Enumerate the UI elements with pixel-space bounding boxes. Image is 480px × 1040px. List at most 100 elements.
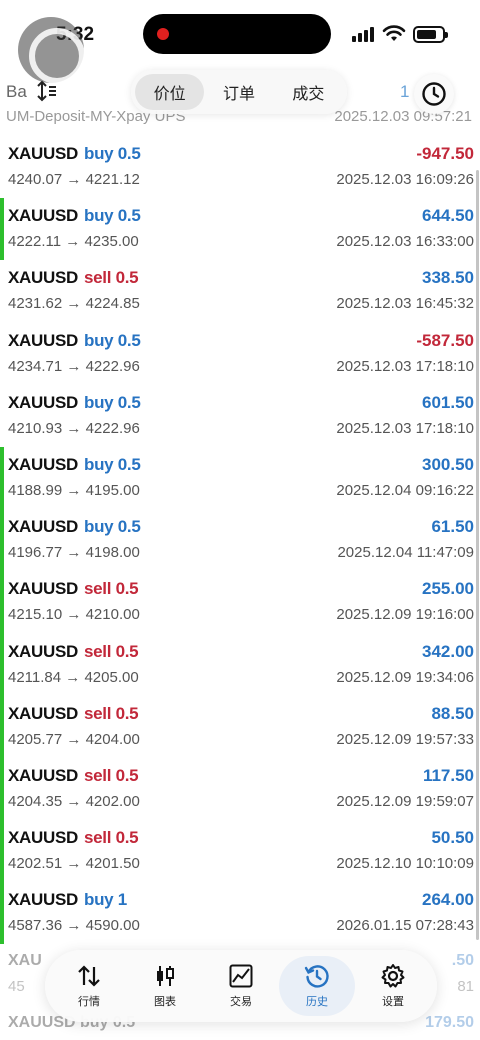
trade-row[interactable]: XAUUSD buy 0.5 644.50 4222.11 → 4235.00 2025…: [0, 198, 480, 261]
trade-time: 2025.12.09 19:57:33: [336, 730, 474, 748]
history-period-button[interactable]: [414, 74, 454, 114]
trade-row[interactable]: XAUUSD sell 0.5 117.50 4204.35 → 4202.00 202…: [0, 757, 480, 821]
position-indicator: [0, 633, 4, 696]
trade-volume: 0.5: [115, 828, 139, 848]
assistive-touch-button[interactable]: [18, 17, 85, 84]
trade-time: 2025.12.10 10:10:09: [336, 855, 474, 873]
tabbar-settings[interactable]: 设置: [355, 956, 431, 1016]
trade-side: buy: [84, 206, 114, 226]
trade-profit: 117.50: [422, 765, 474, 785]
history-screen: 5:32 Ba 价位 订单 成交 1: [0, 0, 480, 1040]
position-indicator: [0, 446, 4, 510]
ghost-profit: 179.50: [425, 1014, 474, 1031]
trade-prices: 4215.10 → 4210.00: [8, 606, 140, 623]
trade-row[interactable]: XAUUSD sell 0.5 88.50 4205.77 → 4204.00 2025…: [0, 695, 480, 758]
tab-label: 交易: [230, 995, 252, 1008]
open-price: 4222.11: [8, 233, 62, 251]
trade-symbol: XAUUSD: [8, 330, 78, 350]
ghost-time: 81: [457, 978, 474, 995]
trade-volume: 0.5: [117, 206, 141, 226]
tabbar-quotes[interactable]: 行情: [51, 956, 127, 1016]
open-price: 4204.35: [8, 792, 63, 810]
tab-deals[interactable]: 成交: [274, 74, 343, 110]
trade-row[interactable]: XAUUSD buy 0.5 601.50 4210.93 → 4222.96 2025…: [0, 385, 480, 447]
arrow-icon: →: [66, 544, 82, 562]
trade-side: buy: [84, 890, 114, 910]
trade-row[interactable]: XAUUSD buy 0.5 -587.50 4234.71 → 4222.96 202…: [0, 323, 480, 385]
trade-title: XAUUSD buy 0.5: [8, 393, 141, 413]
trade-symbol: XAUUSD: [8, 765, 78, 785]
trade-row[interactable]: XAUUSD sell 0.5 342.00 4211.84 → 4205.00 202…: [0, 633, 480, 696]
arrow-icon: →: [66, 295, 82, 313]
scroll-indicator[interactable]: [476, 170, 479, 940]
trade-volume: 0.5: [117, 454, 141, 474]
trade-prices: 4202.51 → 4201.50: [8, 855, 140, 872]
trade-prices: 4211.84 → 4205.00: [8, 669, 139, 686]
trade-row[interactable]: XAUUSD buy 0.5 300.50 4188.99 → 4195.00 2025…: [0, 446, 480, 510]
close-price: 4205.00: [84, 668, 139, 686]
trade-row[interactable]: XAUUSD buy 0.5 -947.50 4240.07 → 4221.12 202…: [0, 136, 480, 198]
trade-side: sell: [84, 579, 112, 599]
close-price: 4590.00: [85, 917, 140, 935]
tabbar-history[interactable]: 历史: [279, 956, 355, 1016]
trade-side: sell: [84, 641, 112, 661]
trade-time: 2025.12.04 11:47:09: [337, 544, 474, 562]
open-price: 4211.84: [8, 668, 62, 686]
trade-profit: 342.00: [422, 641, 474, 661]
trade-row[interactable]: XAUUSD sell 0.5 255.00 4215.10 → 4210.00 202…: [0, 571, 480, 634]
arrow-icon: →: [66, 171, 82, 188]
trade-prices: 4204.35 → 4202.00: [8, 793, 140, 810]
trade-symbol: XAUUSD: [8, 579, 78, 599]
open-price: 4215.10: [8, 606, 63, 624]
trade-volume: 0.5: [115, 703, 139, 723]
position-indicator: [0, 820, 4, 883]
trade-profit: 338.50: [422, 268, 474, 288]
trade-row[interactable]: XAUUSD sell 0.5 338.50 4231.62 → 4224.85 202…: [0, 260, 480, 322]
trade-symbol: XAUUSD: [8, 641, 78, 661]
trade-prices: 4196.77 → 4198.00: [8, 544, 140, 561]
close-price: 4198.00: [85, 544, 140, 562]
trade-volume: 0.5: [117, 392, 141, 412]
tab-price[interactable]: 价位: [135, 74, 205, 110]
bottom-tab-bar: 行情 图表 交易 历史 设置: [45, 950, 437, 1022]
arrow-icon: →: [66, 606, 82, 624]
segment-tabs: 价位 订单 成交: [131, 70, 347, 114]
trade-profit: 50.50: [431, 828, 474, 848]
trade-volume: 0.5: [115, 765, 139, 785]
close-price: 4201.50: [85, 855, 140, 873]
trade-side: sell: [84, 828, 112, 848]
trade-row[interactable]: XAUUSD buy 1 264.00 4587.36 → 4590.00 2026.0…: [0, 882, 480, 945]
trade-prices: 4222.11 → 4235.00: [8, 233, 139, 250]
trade-symbol: XAUUSD: [8, 144, 78, 163]
trade-time: 2025.12.04 09:16:22: [336, 481, 474, 499]
tab-orders[interactable]: 订单: [204, 74, 273, 110]
header-left-text: Ba: [6, 82, 27, 101]
trade-volume: 0.5: [115, 641, 139, 661]
trade-row[interactable]: XAUUSD buy 0.5 61.50 4196.77 → 4198.00 2025.…: [0, 509, 480, 572]
tabbar-chart[interactable]: 图表: [127, 956, 203, 1016]
trade-history-list[interactable]: XAUUSD buy 0.5 -947.50 4240.07 → 4221.12 202…: [0, 136, 480, 945]
trade-line-chart-icon: [229, 964, 253, 988]
ghost-prices: 45: [8, 978, 25, 995]
position-indicator: [0, 695, 4, 758]
close-price: 4221.12: [85, 171, 140, 188]
history-icon: [304, 965, 329, 988]
tabbar-trade[interactable]: 交易: [203, 956, 279, 1016]
open-price: 4210.93: [8, 419, 63, 437]
arrow-icon: →: [66, 730, 82, 748]
trade-symbol: XAUUSD: [8, 454, 78, 474]
trade-time: 2026.01.15 07:28:43: [336, 917, 474, 935]
arrow-icon: →: [66, 357, 82, 375]
trade-row[interactable]: XAUUSD sell 0.5 50.50 4202.51 → 4201.50 2025…: [0, 820, 480, 883]
arrow-icon: →: [65, 668, 81, 686]
trade-prices: 4210.93 → 4222.96: [8, 420, 140, 437]
trade-title: XAUUSD buy 0.5: [8, 455, 141, 475]
open-price: 4234.71: [8, 357, 63, 375]
open-price: 4205.77: [8, 730, 63, 748]
trade-profit: 255.00: [422, 579, 474, 599]
position-indicator: [0, 509, 4, 572]
trade-volume: 0.5: [117, 144, 141, 163]
trade-profit: 644.50: [422, 206, 474, 226]
open-price: 4188.99: [8, 481, 63, 499]
trade-side: sell: [84, 268, 112, 288]
